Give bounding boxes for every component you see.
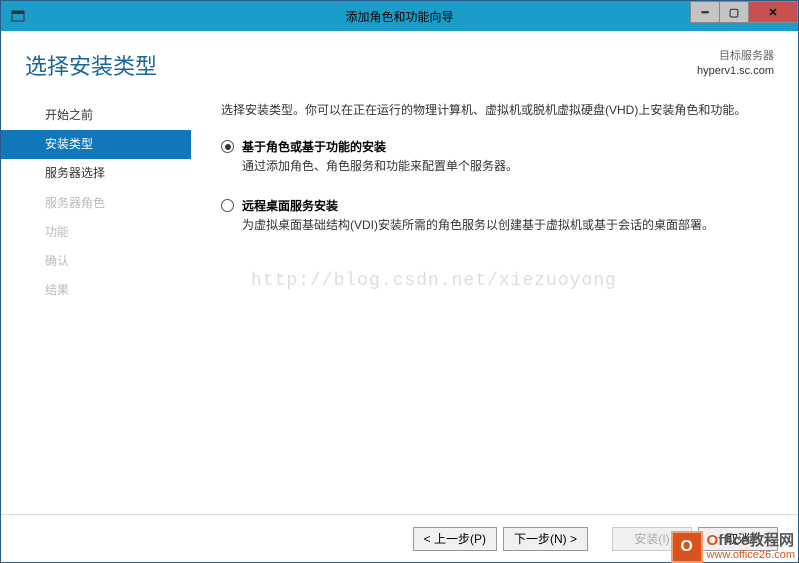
radio-option-rds[interactable]: 远程桌面服务安装 为虚拟桌面基础结构(VDI)安装所需的角色服务以创建基于虚拟机… — [221, 197, 768, 234]
radio-texts: 远程桌面服务安装 为虚拟桌面基础结构(VDI)安装所需的角色服务以创建基于虚拟机… — [242, 197, 768, 234]
radio-option-role-based[interactable]: 基于角色或基于功能的安装 通过添加角色、角色服务和功能来配置单个服务器。 — [221, 138, 768, 175]
footer: < 上一步(P) 下一步(N) > 安装(I) 取消 — [1, 514, 798, 562]
sidebar-item-install-type[interactable]: 安装类型 — [1, 130, 191, 159]
cancel-button[interactable]: 取消 — [698, 527, 778, 551]
sidebar-item-server-roles: 服务器角色 — [1, 189, 191, 218]
previous-button[interactable]: < 上一步(P) — [413, 527, 497, 551]
sidebar: 开始之前 安装类型 服务器选择 服务器角色 功能 确认 结果 — [1, 91, 191, 514]
sidebar-item-server-select[interactable]: 服务器选择 — [1, 159, 191, 188]
content: 选择安装类型。你可以在正在运行的物理计算机、虚拟机或脱机虚拟硬盘(VHD)上安装… — [191, 91, 798, 514]
radio-icon[interactable] — [221, 140, 234, 153]
body: 开始之前 安装类型 服务器选择 服务器角色 功能 确认 结果 选择安装类型。你可… — [1, 91, 798, 514]
intro-text: 选择安装类型。你可以在正在运行的物理计算机、虚拟机或脱机虚拟硬盘(VHD)上安装… — [221, 101, 768, 120]
watermark-text: http://blog.csdn.net/xiezuoyong — [251, 271, 617, 291]
radio-texts: 基于角色或基于功能的安装 通过添加角色、角色服务和功能来配置单个服务器。 — [242, 138, 768, 175]
titlebar: 添加角色和功能向导 ━ ▢ ✕ — [1, 1, 798, 31]
radio-title: 基于角色或基于功能的安装 — [242, 138, 768, 155]
sidebar-item-results: 结果 — [1, 276, 191, 305]
sidebar-item-confirm: 确认 — [1, 247, 191, 276]
target-label: 目标服务器 — [697, 49, 774, 64]
app-icon — [9, 7, 27, 25]
next-button[interactable]: 下一步(N) > — [503, 527, 588, 551]
minimize-button[interactable]: ━ — [690, 1, 720, 23]
wizard-window: 添加角色和功能向导 ━ ▢ ✕ 选择安装类型 目标服务器 hyperv1.sc.… — [0, 0, 799, 563]
window-controls: ━ ▢ ✕ — [691, 1, 798, 23]
radio-title: 远程桌面服务安装 — [242, 197, 768, 214]
radio-desc: 为虚拟桌面基础结构(VDI)安装所需的角色服务以创建基于虚拟机或基于会话的桌面部… — [242, 216, 768, 234]
page-title: 选择安装类型 — [25, 49, 157, 81]
radio-icon[interactable] — [221, 199, 234, 212]
maximize-button[interactable]: ▢ — [719, 1, 749, 23]
header: 选择安装类型 目标服务器 hyperv1.sc.com — [1, 31, 798, 91]
install-button: 安装(I) — [612, 527, 692, 551]
target-info: 目标服务器 hyperv1.sc.com — [697, 49, 774, 80]
window-title: 添加角色和功能向导 — [345, 8, 453, 25]
close-button[interactable]: ✕ — [748, 1, 798, 23]
sidebar-item-features: 功能 — [1, 218, 191, 247]
radio-desc: 通过添加角色、角色服务和功能来配置单个服务器。 — [242, 157, 768, 175]
sidebar-item-before-begin[interactable]: 开始之前 — [1, 101, 191, 130]
target-server: hyperv1.sc.com — [697, 64, 774, 79]
